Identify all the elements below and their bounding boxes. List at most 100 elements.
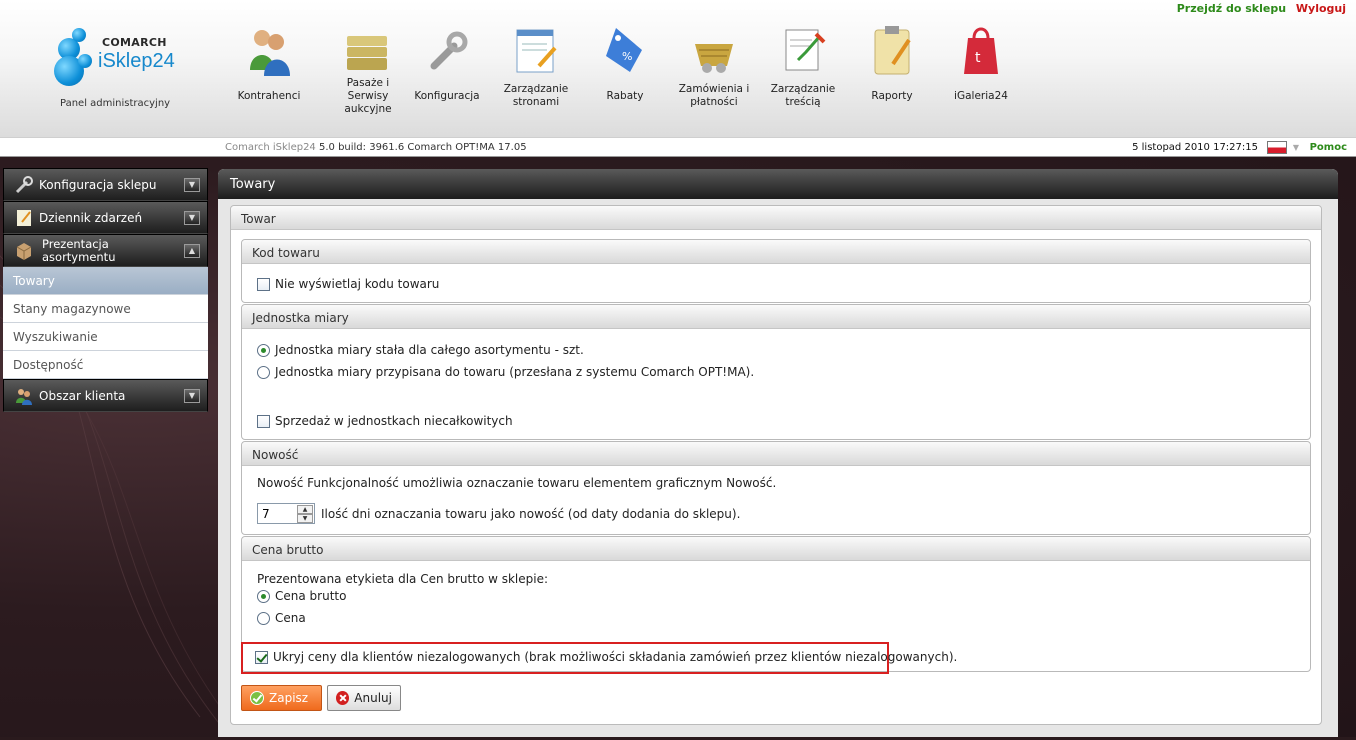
- kod-towaru-box: Kod towaru Nie wyświetlaj kodu towaru: [241, 239, 1311, 303]
- sidebar-item-wyszukiwanie[interactable]: Wyszukiwanie: [3, 323, 208, 351]
- build-number: 5.0 build: 3961.6: [318, 142, 405, 153]
- datetime: 5 listopad 2010 17:27:15: [1132, 142, 1258, 153]
- logo-product: iSklep24: [98, 50, 175, 72]
- towar-panel: Towar Kod towaru Nie wyświetlaj kodu tow…: [230, 205, 1322, 725]
- hide-prices-checkbox[interactable]: [255, 650, 268, 664]
- users-icon: [242, 20, 296, 78]
- sidebar-section-obszar-klienta[interactable]: Obszar klienta ▼: [3, 379, 208, 412]
- build-info: Comarch iSklep24 5.0 build: 3961.6 Comar…: [225, 142, 527, 153]
- menu-raporty[interactable]: Raporty: [850, 20, 934, 110]
- menu-pasaze[interactable]: Pasaże i Serwisy aukcyjne: [326, 20, 410, 115]
- box-title: Kod towaru: [242, 240, 1310, 264]
- nowosc-box: Nowość Nowość Funkcjonalność umożliwia o…: [241, 441, 1311, 535]
- main-content: Towary Towar Kod towaru Nie wyświetlaj k…: [218, 169, 1338, 737]
- jednostka-miary-box: Jednostka miary Jednostka miary stała dl…: [241, 304, 1311, 440]
- cena-brutto-radio[interactable]: [257, 589, 270, 603]
- page-edit-icon: [509, 20, 563, 78]
- sidebar: Konfiguracja sklepu ▼ Dziennik zdarzeń ▼…: [3, 168, 208, 412]
- go-to-shop-link[interactable]: Przejdź do sklepu: [1177, 2, 1286, 15]
- menu-label: Pasaże i Serwisy aukcyjne: [344, 76, 392, 115]
- menu-zamowienia[interactable]: Zamówienia i płatności: [672, 20, 756, 110]
- hide-prices-option[interactable]: Ukryj ceny dla klientów niezalogowanych …: [255, 650, 957, 664]
- sidebar-item-stany-magazynowe[interactable]: Stany magazynowe: [3, 295, 208, 323]
- sidebar-section-dziennik[interactable]: Dziennik zdarzeń ▼: [3, 201, 208, 234]
- build-prefix: Comarch iSklep24: [225, 142, 316, 153]
- cena-brutto-label: Cena brutto: [275, 589, 347, 603]
- menu-label: Zarządzanie stronami: [503, 83, 569, 108]
- wrench-icon: [14, 175, 34, 195]
- logo: COMARCH iSklep24 Panel administracyjny: [52, 24, 182, 114]
- menu-rabaty[interactable]: % Rabaty: [583, 20, 667, 110]
- unit-assigned-option[interactable]: Jednostka miary przypisana do towaru (pr…: [257, 365, 754, 379]
- gallery-bag-icon: t: [954, 20, 1008, 78]
- chevron-down-icon[interactable]: ▼: [184, 178, 200, 192]
- stepper-down-icon[interactable]: ▼: [297, 514, 313, 523]
- menu-label: iGaleria24: [954, 89, 1008, 102]
- menu-zarzadzanie-stronami[interactable]: Zarządzanie stronami: [494, 20, 578, 110]
- panel-title: Towar: [231, 206, 1321, 230]
- fractional-option[interactable]: Sprzedaż w jednostkach niecałkowitych: [257, 414, 513, 428]
- box-title: Nowość: [242, 442, 1310, 466]
- unit-fixed-radio[interactable]: [257, 343, 270, 357]
- sidebar-section-label: Prezentacja asortymentu: [42, 237, 116, 264]
- sidebar-section-prezentacja[interactable]: Prezentacja asortymentu ▲: [3, 234, 208, 267]
- unit-assigned-radio[interactable]: [257, 365, 270, 379]
- menu-label: Zarządzanie treścią: [770, 83, 836, 108]
- cena-brutto-option[interactable]: Cena brutto: [257, 589, 346, 603]
- fractional-checkbox[interactable]: [257, 414, 270, 428]
- users-icon: [14, 386, 34, 406]
- sidebar-section-label: Dziennik zdarzeń: [39, 211, 143, 225]
- sidebar-item-towary[interactable]: Towary: [3, 267, 208, 295]
- menu-zarzadzanie-trescia[interactable]: Zarządzanie treścią: [761, 20, 845, 110]
- days-input[interactable]: [258, 504, 296, 523]
- fractional-label: Sprzedaż w jednostkach niecałkowitych: [275, 414, 513, 428]
- page-title: Towary: [218, 169, 1338, 199]
- menu-label: Zamówienia i płatności: [678, 83, 750, 108]
- days-stepper[interactable]: ▲ ▼: [257, 503, 315, 524]
- hide-code-label: Nie wyświetlaj kodu towaru: [275, 277, 440, 291]
- chevron-up-icon[interactable]: ▲: [184, 244, 200, 258]
- cena-radio[interactable]: [257, 611, 270, 625]
- content-edit-icon: [776, 20, 830, 78]
- basket-icon: [687, 20, 741, 78]
- svg-text:t: t: [975, 50, 981, 66]
- chevron-down-icon[interactable]: ▼: [184, 211, 200, 225]
- cancel-label: Anuluj: [354, 691, 392, 705]
- wrench-icon: [420, 20, 474, 78]
- cena-label: Cena: [275, 611, 306, 625]
- optima-version: Comarch OPT!MA 17.05: [407, 142, 527, 153]
- hide-code-checkbox[interactable]: [257, 277, 270, 291]
- folders-icon: [341, 20, 395, 78]
- menu-konfiguracja[interactable]: Konfiguracja: [405, 20, 489, 110]
- info-bar: Comarch iSklep24 5.0 build: 3961.6 Comar…: [0, 137, 1356, 157]
- unit-assigned-label: Jednostka miary przypisana do towaru (pr…: [275, 365, 755, 379]
- unit-fixed-option[interactable]: Jednostka miary stała dla całego asortym…: [257, 343, 584, 357]
- sidebar-item-dostepnosc[interactable]: Dostępność: [3, 351, 208, 379]
- hide-prices-label: Ukryj ceny dla klientów niezalogowanych …: [273, 650, 958, 664]
- menu-igaleria24[interactable]: t iGaleria24: [939, 20, 1023, 110]
- hide-code-option[interactable]: Nie wyświetlaj kodu towaru: [257, 277, 439, 291]
- top-links: Przejdź do sklepu Wyloguj: [1171, 2, 1346, 15]
- cena-option[interactable]: Cena: [257, 611, 306, 625]
- close-icon: [336, 691, 350, 705]
- unit-fixed-label: Jednostka miary stała dla całego asortym…: [275, 343, 584, 357]
- save-button[interactable]: Zapisz: [241, 685, 322, 711]
- panel-subtitle: Panel administracyjny: [60, 98, 171, 109]
- menu-kontrahenci[interactable]: Kontrahenci: [227, 20, 311, 110]
- stepper-up-icon[interactable]: ▲: [297, 505, 313, 514]
- box-icon: [14, 241, 34, 261]
- cancel-button[interactable]: Anuluj: [327, 685, 401, 711]
- sidebar-section-label: Obszar klienta: [39, 389, 126, 403]
- logout-link[interactable]: Wyloguj: [1296, 2, 1346, 15]
- sidebar-section-konfiguracja[interactable]: Konfiguracja sklepu ▼: [3, 168, 208, 201]
- language-dropdown-icon[interactable]: ▼: [1293, 143, 1299, 152]
- nowosc-description: Nowość Funkcjonalność umożliwia oznaczan…: [257, 476, 777, 490]
- language-flag-icon[interactable]: [1267, 141, 1287, 154]
- save-label: Zapisz: [269, 691, 309, 705]
- sidebar-section-label: Konfiguracja sklepu: [39, 178, 157, 192]
- check-icon: [250, 691, 264, 705]
- chevron-down-icon[interactable]: ▼: [184, 389, 200, 403]
- menu-label: Konfiguracja: [414, 89, 480, 102]
- help-link[interactable]: Pomoc: [1310, 142, 1347, 153]
- clipboard-icon: [865, 20, 919, 78]
